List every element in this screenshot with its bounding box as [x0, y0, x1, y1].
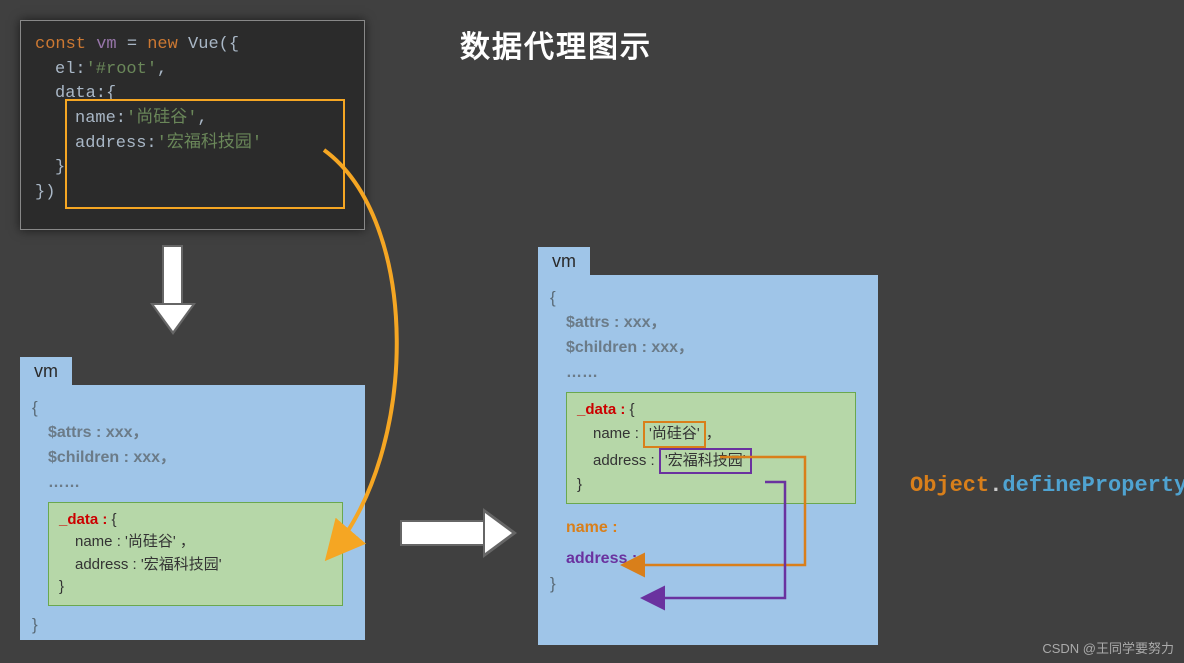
vm-box-left: vm { $attrs : xxx， $children : xxx， …… _…	[20, 385, 365, 640]
code-var-vm: vm	[96, 35, 116, 54]
code-str-el: '#root'	[86, 60, 157, 79]
define-property-label: Object.defineProperty	[910, 473, 1184, 498]
vm-tab-label: vm	[538, 247, 590, 276]
code-keyword-const: const	[35, 35, 86, 54]
vm-box-right: vm { $attrs : xxx， $children : xxx， …… _…	[538, 275, 878, 645]
data-name-line: name : '尚硅谷' ，	[59, 531, 332, 554]
data-key-label: _data :	[59, 511, 107, 528]
vm-attrs-line: $attrs : xxx，	[32, 421, 353, 446]
watermark: CSDN @王同学要努力	[1042, 638, 1174, 657]
data-address-line: address : '宏福科技园'	[59, 554, 332, 577]
vm-tab-label: vm	[20, 357, 72, 386]
data-key-label: _data :	[577, 401, 625, 418]
code-str-name: '尚硅谷'	[126, 109, 197, 128]
code-keyword-new: new	[147, 35, 178, 54]
address-value-highlight: '宏福科技园'	[659, 448, 752, 475]
diagram-title: 数据代理图示	[460, 22, 652, 66]
vm-attrs-line: $attrs : xxx，	[550, 311, 866, 336]
proxy-name-key: name :	[550, 516, 866, 541]
data-address-line: address : '宏福科技园'	[577, 448, 845, 475]
name-value-highlight: '尚硅谷'	[643, 421, 706, 448]
vm-data-block: _data : { name : '尚硅谷' ， address : '宏福科技…	[48, 502, 343, 606]
code-class-vue: Vue	[178, 35, 219, 54]
code-str-address: '宏福科技园'	[157, 134, 262, 153]
arrow-down-icon	[150, 245, 195, 340]
arrow-right-icon	[400, 508, 525, 558]
vm-children-line: $children : xxx，	[550, 336, 866, 361]
vm-data-block: _data : { name : '尚硅谷'， address : '宏福科技园…	[566, 392, 856, 504]
data-name-line: name : '尚硅谷'，	[577, 421, 845, 448]
proxy-address-key: address :	[550, 547, 866, 572]
code-block: const vm = new Vue({ el:'#root', data:{ …	[20, 20, 365, 230]
vm-children-line: $children : xxx，	[32, 446, 353, 471]
